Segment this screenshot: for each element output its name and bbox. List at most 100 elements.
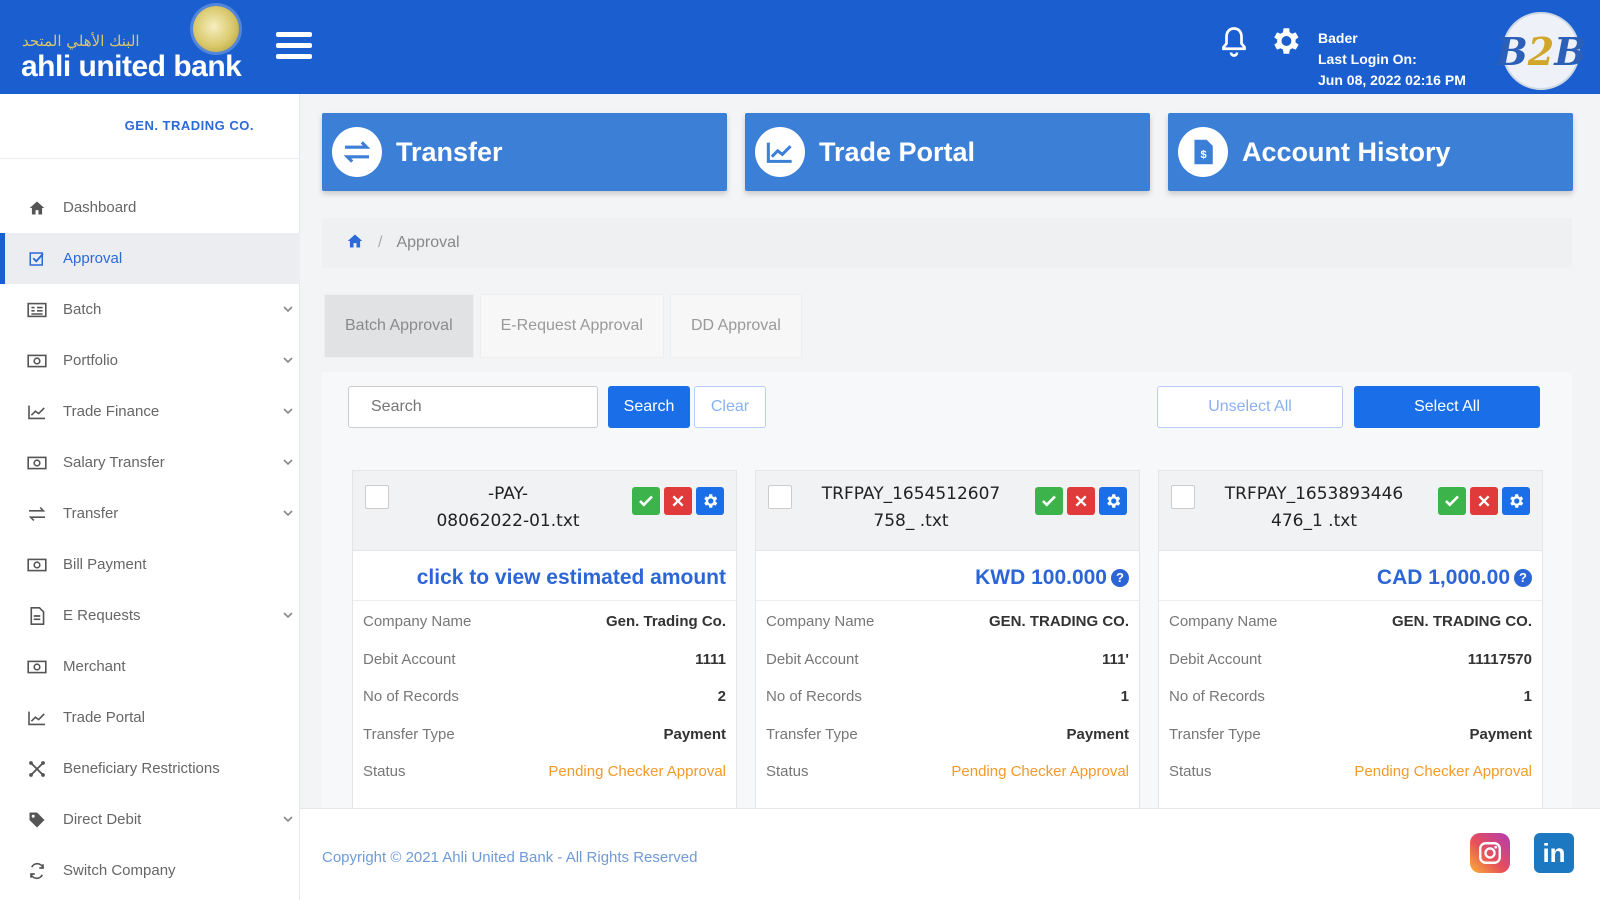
copyright-text: Copyright © 2021 Ahli United Bank - All …: [322, 849, 698, 866]
card-header: -PAY- 08062022-01.txt: [353, 471, 736, 551]
amount: CAD 1,000.00?: [1159, 555, 1542, 601]
bank-logo-arabic: البنك الأهلي المتحد: [22, 32, 140, 50]
tile-trade-portal[interactable]: Trade Portal: [745, 113, 1150, 191]
tile-transfer[interactable]: Transfer: [322, 113, 727, 191]
sidebar-item-label: Trade Finance: [63, 403, 160, 420]
status-badge: Pending Checker Approval: [951, 763, 1129, 781]
restrict-icon: [26, 760, 48, 778]
sidebar-item-direct-debit[interactable]: Direct Debit: [0, 794, 300, 845]
chevron-down-icon: [282, 405, 294, 417]
search-input[interactable]: [348, 386, 598, 428]
footer: Copyright © 2021 Ahli United Bank - All …: [300, 808, 1600, 900]
hamburger-menu-icon[interactable]: [276, 32, 312, 62]
sidebar-item-dashboard[interactable]: Dashboard: [0, 182, 300, 233]
tile-label: Account History: [1242, 136, 1451, 167]
sidebar-item-approval[interactable]: Approval: [0, 233, 300, 284]
card-checkbox[interactable]: [768, 485, 792, 509]
tab-batch-approval[interactable]: Batch Approval: [324, 294, 474, 358]
help-question-icon[interactable]: ?: [1111, 569, 1129, 587]
gear-icon[interactable]: [1268, 24, 1302, 58]
chevron-down-icon: [282, 507, 294, 519]
chevron-down-icon: [282, 609, 294, 621]
sidebar-item-trade-portal[interactable]: Trade Portal: [0, 692, 300, 743]
amount: KWD 100.000?: [756, 555, 1139, 601]
status-badge: Pending Checker Approval: [548, 763, 726, 781]
reject-x-icon[interactable]: [1067, 487, 1095, 515]
sidebar-item-switch-company[interactable]: Switch Company: [0, 845, 300, 896]
chevron-down-icon: [282, 813, 294, 825]
sidebar-item-label: Dashboard: [63, 199, 137, 216]
card-actions: [632, 487, 724, 515]
card-checkbox[interactable]: [1171, 485, 1195, 509]
approve-check-icon[interactable]: [1438, 487, 1466, 515]
sidebar-item-label: Approval: [63, 250, 123, 267]
sidebar-item-beneficiary-restrictions[interactable]: Beneficiary Restrictions: [0, 743, 300, 794]
reject-x-icon[interactable]: [664, 487, 692, 515]
detail-row: Debit Account 1111: [363, 650, 726, 668]
sidebar-item-bill-payment[interactable]: Bill Payment: [0, 539, 300, 590]
sidebar-item-label: Batch: [63, 301, 102, 318]
sidebar-item-transfer[interactable]: Transfer: [0, 488, 300, 539]
approve-check-icon[interactable]: [1035, 487, 1063, 515]
card-details: Company Name GEN. TRADING CO. Debit Accou…: [1159, 603, 1542, 791]
select-all-button[interactable]: Select All: [1354, 386, 1540, 428]
bank-logo-emblem-icon: [193, 6, 239, 52]
exchange-icon: [26, 505, 48, 523]
estimated-amount-link[interactable]: click to view estimated amount: [353, 555, 736, 601]
breadcrumb-separator: /: [378, 234, 383, 251]
tab-dd-approval[interactable]: DD Approval: [669, 294, 802, 358]
reject-x-icon[interactable]: [1470, 487, 1498, 515]
checkbox-icon: [26, 250, 48, 268]
batch-card: TRFPAY_1654512607 758_ .txt KWD 100.000?…: [755, 470, 1140, 810]
sidebar-item-salary-transfer[interactable]: Salary Transfer: [0, 437, 300, 488]
sidebar-item-trade-finance[interactable]: Trade Finance: [0, 386, 300, 437]
sidebar-item-portfolio[interactable]: Portfolio: [0, 335, 300, 386]
linkedin-icon[interactable]: in: [1534, 833, 1574, 873]
detail-row: Status Pending Checker Approval: [363, 763, 726, 781]
detail-row: Debit Account 111': [766, 650, 1129, 668]
detail-row: Status Pending Checker Approval: [766, 763, 1129, 781]
bank-logo-text: ahli united bank: [21, 50, 242, 83]
clear-button[interactable]: Clear: [694, 386, 766, 428]
bell-icon[interactable]: [1216, 24, 1252, 60]
svg-text:$: $: [1201, 149, 1207, 161]
file-name: TRFPAY_1654512607 758_ .txt: [821, 484, 1001, 531]
detail-row: Transfer Type Payment: [766, 725, 1129, 743]
user-name: Bader: [1318, 30, 1358, 46]
card-details: Company Name Gen. Trading Co. Debit Accou…: [353, 603, 736, 791]
card-details: Company Name GEN. TRADING CO. Debit Accou…: [756, 603, 1139, 791]
sidebar-item-label: Beneficiary Restrictions: [63, 760, 220, 777]
money-icon: [26, 454, 48, 472]
bank-logo[interactable]: البنك الأهلي المتحد ahli united bank: [0, 0, 300, 94]
user-info: Bader Last Login On: Jun 08, 2022 02:16 …: [1318, 28, 1466, 91]
instagram-icon[interactable]: [1470, 833, 1510, 873]
help-question-icon[interactable]: ?: [1514, 569, 1532, 587]
sidebar-item-label: Salary Transfer: [63, 454, 165, 471]
sidebar-item-label: Trade Portal: [63, 709, 145, 726]
tag-icon: [26, 811, 48, 829]
document-icon: [26, 606, 48, 625]
batch-icon: [26, 301, 48, 319]
detail-row: Company Name GEN. TRADING CO.: [766, 613, 1129, 631]
settings-gear-icon[interactable]: [696, 487, 724, 515]
approve-check-icon[interactable]: [632, 487, 660, 515]
card-checkbox[interactable]: [365, 485, 389, 509]
chevron-down-icon: [282, 456, 294, 468]
unselect-all-button[interactable]: Unselect All: [1157, 386, 1343, 428]
tab-e-request-approval[interactable]: E-Request Approval: [479, 294, 664, 358]
breadcrumb-current: Approval: [396, 234, 460, 251]
sidebar-item-label: Switch Company: [63, 862, 176, 879]
divider: [0, 158, 300, 159]
home-icon[interactable]: [346, 233, 364, 254]
sidebar-item-batch[interactable]: Batch: [0, 284, 300, 335]
card-actions: [1035, 487, 1127, 515]
settings-gear-icon[interactable]: [1099, 487, 1127, 515]
sidebar-item-merchant[interactable]: Merchant: [0, 641, 300, 692]
sidebar-item-e-requests[interactable]: E Requests: [0, 590, 300, 641]
settings-gear-icon[interactable]: [1502, 487, 1530, 515]
tile-account-history[interactable]: $ Account History: [1168, 113, 1573, 191]
sidebar-item-label: E Requests: [63, 607, 141, 624]
detail-row: Company Name Gen. Trading Co.: [363, 613, 726, 631]
search-button[interactable]: Search: [608, 386, 690, 428]
detail-row: Company Name GEN. TRADING CO.: [1169, 613, 1532, 631]
